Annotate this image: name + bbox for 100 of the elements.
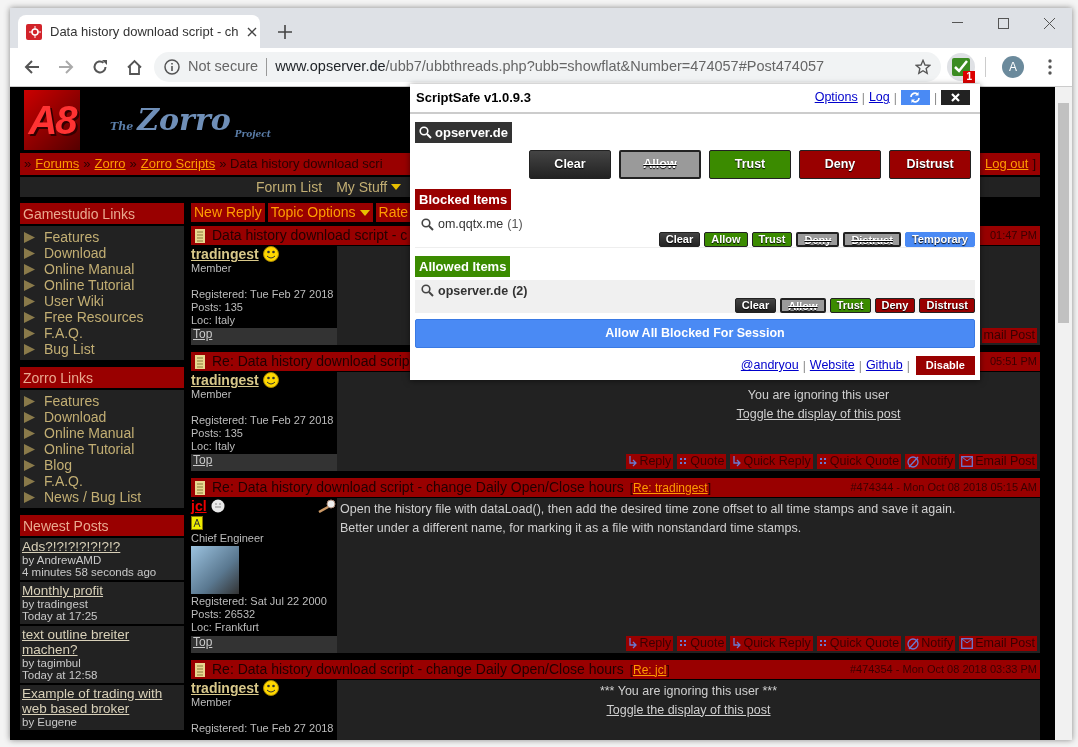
reload-icon[interactable] bbox=[92, 59, 108, 75]
extension-button[interactable]: 1 bbox=[947, 53, 975, 81]
ignored-notice: *** You are ignoring this user *** bbox=[599, 683, 778, 700]
top-link[interactable]: Top bbox=[193, 635, 213, 649]
username-link[interactable]: tradingest bbox=[191, 246, 259, 262]
url-text: www.opserver.de/ubb7/ubbthreads.php?ubb=showflat&Number=474057#Post474057 bbox=[275, 57, 825, 77]
post-date: 01:47 PM bbox=[989, 228, 1037, 244]
sidebar-link[interactable]: Online Tutorial bbox=[24, 277, 180, 293]
triangle-icon bbox=[24, 295, 35, 307]
breadcrumb-separator: » bbox=[129, 155, 137, 174]
post-link[interactable]: Monthly profit bbox=[22, 583, 182, 598]
back-arrow-icon[interactable] bbox=[24, 59, 40, 75]
permission-button[interactable]: Trust bbox=[751, 231, 793, 247]
username-link[interactable]: tradingest bbox=[191, 680, 259, 696]
top-link[interactable]: Top bbox=[193, 327, 213, 341]
dots-icon bbox=[679, 639, 689, 648]
nav-link[interactable]: Forum List bbox=[256, 177, 323, 197]
permission-button[interactable]: Distrust bbox=[919, 298, 975, 314]
sidebar-link[interactable]: News / Bug List bbox=[24, 489, 180, 505]
post-link[interactable]: Ads?!?!?!?!?!?!? bbox=[22, 539, 182, 554]
close-button[interactable] bbox=[941, 90, 970, 106]
popup-title: ScriptSafe v1.0.9.3 bbox=[416, 89, 531, 107]
permission-button[interactable]: Allow bbox=[704, 231, 748, 247]
toggle-link[interactable]: Toggle the display of this post bbox=[606, 700, 771, 720]
sidebar-link[interactable]: Online Tutorial bbox=[24, 441, 180, 457]
sidebar-link[interactable]: Features bbox=[24, 393, 180, 409]
triangle-icon bbox=[24, 327, 35, 339]
address-bar[interactable]: Not secure www.opserver.de/ubb7/ubbthreads.php?ubb=showflat&Number=474057#Post474057 bbox=[154, 52, 941, 82]
sidebar-link[interactable]: Free Resources bbox=[24, 309, 180, 325]
toolbar-button[interactable]: Topic Options bbox=[267, 203, 373, 222]
top-link[interactable]: Top bbox=[193, 453, 213, 467]
nav-link[interactable]: My Stuff bbox=[336, 177, 402, 197]
new-tab-icon[interactable] bbox=[278, 25, 292, 39]
reply-to-link[interactable]: Re: tradingest bbox=[633, 478, 708, 497]
permission-button[interactable]: Deny bbox=[799, 149, 881, 179]
refresh-icon bbox=[909, 92, 922, 104]
browser-tab[interactable]: Data history download script - ch bbox=[18, 15, 260, 48]
header-link[interactable]: Log bbox=[868, 88, 890, 108]
badge-icon bbox=[191, 516, 203, 530]
sidebar-header: Zorro Links bbox=[20, 367, 184, 388]
bracket-text: ] bbox=[666, 661, 670, 679]
permission-button[interactable]: Trust bbox=[829, 298, 871, 314]
sidebar-link[interactable]: Online Manual bbox=[24, 261, 180, 277]
menu-icon[interactable] bbox=[1048, 59, 1052, 75]
scrollbar[interactable] bbox=[1055, 87, 1072, 740]
logout-link[interactable]: Log out bbox=[985, 154, 1029, 174]
sidebar-link[interactable]: Online Manual bbox=[24, 425, 180, 441]
search-icon bbox=[421, 284, 434, 298]
sidebar-link[interactable]: F.A.Q. bbox=[24, 325, 180, 341]
photo-placeholder bbox=[191, 546, 239, 594]
triangle-icon bbox=[24, 443, 35, 455]
minimize-icon[interactable] bbox=[951, 22, 963, 24]
sidebar-link[interactable]: Download bbox=[24, 245, 180, 261]
breadcrumb-link[interactable]: Zorro bbox=[94, 154, 126, 174]
permission-button[interactable]: Trust bbox=[709, 149, 791, 179]
smiley-icon bbox=[262, 246, 279, 262]
permission-button[interactable]: Distrust bbox=[889, 149, 971, 179]
header-link[interactable]: Options bbox=[814, 88, 858, 108]
toolbar-button[interactable]: Rate bbox=[375, 203, 412, 222]
toolbar-button[interactable]: New Reply bbox=[191, 203, 265, 222]
permission-button[interactable]: Clear bbox=[658, 231, 701, 247]
toggle-link[interactable]: Toggle the display of this post bbox=[736, 404, 901, 424]
triangle-icon bbox=[24, 247, 35, 259]
sidebar-link[interactable]: User Wiki bbox=[24, 293, 180, 309]
footer-link[interactable]: @andryou bbox=[740, 356, 799, 375]
sidebar-link[interactable]: Blog bbox=[24, 457, 180, 473]
home-icon[interactable] bbox=[125, 58, 143, 76]
author-text: by tagimbul bbox=[22, 657, 82, 669]
permission-button[interactable]: Clear bbox=[734, 298, 777, 314]
close-icon[interactable] bbox=[246, 26, 257, 37]
sidebar-link[interactable]: F.A.Q. bbox=[24, 473, 180, 489]
profile-avatar[interactable]: A bbox=[1002, 56, 1024, 78]
document-icon bbox=[194, 662, 206, 677]
smiley-icon bbox=[262, 680, 279, 696]
footer-link[interactable]: Github bbox=[865, 356, 903, 375]
location-text: Loc: Italy bbox=[191, 314, 237, 327]
envelope-icon bbox=[961, 456, 974, 467]
maximize-icon[interactable] bbox=[997, 17, 1009, 29]
refresh-button[interactable] bbox=[900, 90, 930, 106]
breadcrumb-link[interactable]: Forums bbox=[35, 154, 80, 174]
post-count-text: Posts: 26532 bbox=[191, 608, 257, 621]
triangle-icon bbox=[24, 343, 35, 355]
scrollbar-thumb[interactable] bbox=[1058, 103, 1069, 323]
info-icon[interactable] bbox=[164, 59, 180, 75]
post-link[interactable]: text outline breiter machen? bbox=[22, 627, 182, 657]
post-count-text: Posts: 135 bbox=[191, 301, 244, 314]
bookmark-star-icon[interactable] bbox=[915, 59, 931, 75]
username-link[interactable]: tradingest bbox=[191, 372, 259, 388]
sidebar-link[interactable]: Download bbox=[24, 409, 180, 425]
section-label: Allowed Items bbox=[415, 255, 511, 277]
sidebar-link[interactable]: Features bbox=[24, 229, 180, 245]
permission-button[interactable]: Clear bbox=[529, 149, 611, 179]
footer-link[interactable]: Website bbox=[809, 356, 855, 375]
username-link[interactable]: jcl bbox=[191, 498, 207, 514]
post-link[interactable]: Example of trading with web based broker bbox=[22, 686, 182, 716]
disable-button[interactable]: Disable bbox=[915, 356, 975, 375]
sidebar-link[interactable]: Bug List bbox=[24, 341, 180, 357]
permission-button[interactable]: Deny bbox=[874, 298, 916, 314]
close-icon[interactable] bbox=[1043, 17, 1055, 29]
breadcrumb-link[interactable]: Zorro Scripts bbox=[140, 154, 216, 174]
